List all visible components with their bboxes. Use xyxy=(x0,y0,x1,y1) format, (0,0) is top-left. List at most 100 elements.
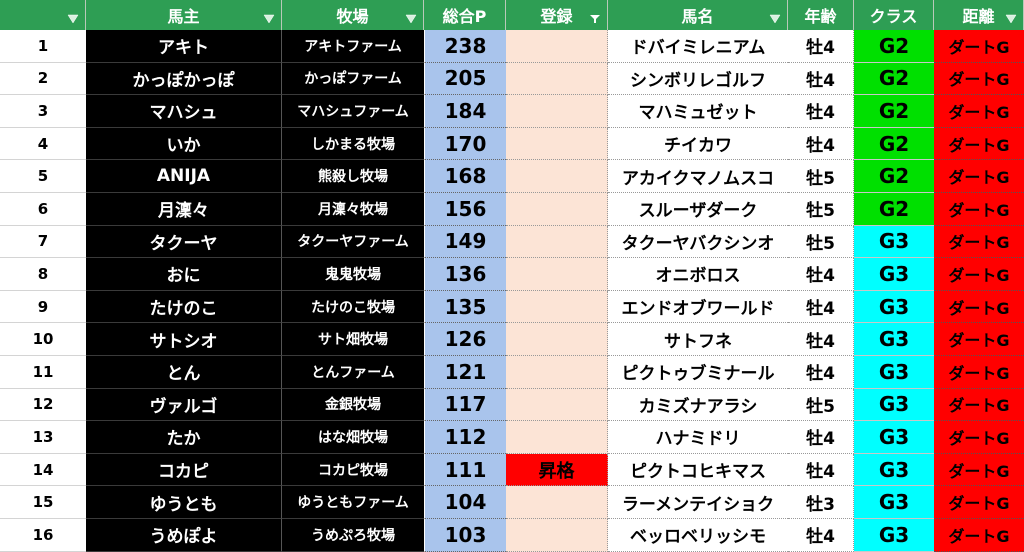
registration-cell[interactable] xyxy=(506,519,608,552)
row-number-cell[interactable]: 5 xyxy=(0,160,86,193)
distance-cell[interactable]: ダートG xyxy=(934,30,1024,63)
owner-cell[interactable]: アキト xyxy=(86,30,282,63)
age-cell[interactable]: 牡3 xyxy=(788,486,854,519)
age-cell[interactable]: 牡4 xyxy=(788,95,854,128)
total-points-cell[interactable]: 135 xyxy=(424,290,506,324)
table-row[interactable]: 7 タクーヤ タクーヤファーム 149 タクーヤバクシンオ 牡5 G3 ダートG xyxy=(0,225,1024,259)
age-cell[interactable]: 牡4 xyxy=(788,453,854,487)
distance-cell[interactable]: ダートG xyxy=(934,62,1024,96)
header-num[interactable] xyxy=(0,0,86,30)
header-class[interactable]: クラス xyxy=(854,0,934,30)
distance-cell[interactable]: ダートG xyxy=(934,323,1024,356)
farm-cell[interactable]: タクーヤファーム xyxy=(282,225,424,259)
filter-dropdown-icon[interactable] xyxy=(1005,14,1017,24)
horse-name-cell[interactable]: チイカワ xyxy=(608,127,788,161)
registration-cell[interactable] xyxy=(506,486,608,519)
row-number-cell[interactable]: 6 xyxy=(0,193,86,226)
registration-cell[interactable] xyxy=(506,95,608,128)
farm-cell[interactable]: 鬼鬼牧場 xyxy=(282,258,424,291)
horse-name-cell[interactable]: エンドオブワールド xyxy=(608,290,788,324)
class-cell[interactable]: G3 xyxy=(854,388,934,422)
table-row[interactable]: 10 サトシオ サト畑牧場 126 サトフネ 牡4 G3 ダートG xyxy=(0,323,1024,356)
class-cell[interactable]: G2 xyxy=(854,62,934,96)
registration-cell[interactable] xyxy=(506,225,608,259)
total-points-cell[interactable]: 121 xyxy=(424,356,506,389)
registration-cell[interactable] xyxy=(506,193,608,226)
owner-cell[interactable]: おに xyxy=(86,258,282,291)
registration-cell[interactable] xyxy=(506,356,608,389)
header-owner[interactable]: 馬主 xyxy=(86,0,282,30)
row-number-cell[interactable]: 11 xyxy=(0,356,86,389)
row-number-cell[interactable]: 1 xyxy=(0,30,86,63)
header-distance[interactable]: 距離 xyxy=(934,0,1024,30)
row-number-cell[interactable]: 15 xyxy=(0,486,86,519)
total-points-cell[interactable]: 112 xyxy=(424,421,506,454)
age-cell[interactable]: 牡5 xyxy=(788,160,854,193)
horse-name-cell[interactable]: ハナミドリ xyxy=(608,421,788,454)
age-cell[interactable]: 牡4 xyxy=(788,356,854,389)
total-points-cell[interactable]: 103 xyxy=(424,519,506,552)
table-row[interactable]: 1 アキト アキトファーム 238 ドバイミレニアム 牡4 G2 ダートG xyxy=(0,30,1024,63)
farm-cell[interactable]: 熊殺し牧場 xyxy=(282,160,424,193)
owner-cell[interactable]: コカピ xyxy=(86,453,282,487)
distance-cell[interactable]: ダートG xyxy=(934,160,1024,193)
header-horse[interactable]: 馬名 xyxy=(608,0,788,30)
class-cell[interactable]: G2 xyxy=(854,127,934,161)
total-points-cell[interactable]: 205 xyxy=(424,62,506,96)
age-cell[interactable]: 牡5 xyxy=(788,193,854,226)
table-row[interactable]: 3 マハシュ マハシュファーム 184 マハミュゼット 牡4 G2 ダートG xyxy=(0,95,1024,128)
farm-cell[interactable]: かっぽファーム xyxy=(282,62,424,96)
table-row[interactable]: 12 ヴァルゴ 金銀牧場 117 カミズナアラシ 牡5 G3 ダートG xyxy=(0,388,1024,422)
distance-cell[interactable]: ダートG xyxy=(934,519,1024,552)
horse-name-cell[interactable]: ピクトコヒキマス xyxy=(608,453,788,487)
row-number-cell[interactable]: 14 xyxy=(0,453,86,487)
filter-active-icon[interactable] xyxy=(589,14,601,24)
registration-cell[interactable] xyxy=(506,290,608,324)
owner-cell[interactable]: ヴァルゴ xyxy=(86,388,282,422)
registration-cell[interactable] xyxy=(506,323,608,356)
farm-cell[interactable]: ゆうともファーム xyxy=(282,486,424,519)
horse-name-cell[interactable]: シンボリレゴルフ xyxy=(608,62,788,96)
header-farm[interactable]: 牧場 xyxy=(282,0,424,30)
distance-cell[interactable]: ダートG xyxy=(934,388,1024,422)
age-cell[interactable]: 牡4 xyxy=(788,290,854,324)
horse-name-cell[interactable]: ベッロベリッシモ xyxy=(608,519,788,552)
class-cell[interactable]: G2 xyxy=(854,30,934,63)
age-cell[interactable]: 牡4 xyxy=(788,258,854,291)
farm-cell[interactable]: はな畑牧場 xyxy=(282,421,424,454)
table-row[interactable]: 8 おに 鬼鬼牧場 136 オニボロス 牡4 G3 ダートG xyxy=(0,258,1024,291)
owner-cell[interactable]: とん xyxy=(86,356,282,389)
registration-cell[interactable]: 昇格 xyxy=(506,453,608,487)
age-cell[interactable]: 牡5 xyxy=(788,225,854,259)
age-cell[interactable]: 牡4 xyxy=(788,421,854,454)
owner-cell[interactable]: たけのこ xyxy=(86,290,282,324)
header-age[interactable]: 年齢 xyxy=(788,0,854,30)
age-cell[interactable]: 牡5 xyxy=(788,388,854,422)
row-number-cell[interactable]: 9 xyxy=(0,290,86,324)
row-number-cell[interactable]: 8 xyxy=(0,258,86,291)
total-points-cell[interactable]: 149 xyxy=(424,225,506,259)
class-cell[interactable]: G3 xyxy=(854,258,934,291)
total-points-cell[interactable]: 238 xyxy=(424,30,506,63)
distance-cell[interactable]: ダートG xyxy=(934,127,1024,161)
distance-cell[interactable]: ダートG xyxy=(934,453,1024,487)
class-cell[interactable]: G3 xyxy=(854,486,934,519)
row-number-cell[interactable]: 4 xyxy=(0,127,86,161)
table-row[interactable]: 14 コカピ コカピ牧場 111 昇格 ピクトコヒキマス 牡4 G3 ダートG xyxy=(0,453,1024,487)
owner-cell[interactable]: ゆうとも xyxy=(86,486,282,519)
owner-cell[interactable]: かっぽかっぽ xyxy=(86,62,282,96)
table-row[interactable]: 2 かっぽかっぽ かっぽファーム 205 シンボリレゴルフ 牡4 G2 ダートG xyxy=(0,62,1024,96)
class-cell[interactable]: G3 xyxy=(854,356,934,389)
horse-name-cell[interactable]: カミズナアラシ xyxy=(608,388,788,422)
farm-cell[interactable]: マハシュファーム xyxy=(282,95,424,128)
row-number-cell[interactable]: 13 xyxy=(0,421,86,454)
total-points-cell[interactable]: 156 xyxy=(424,193,506,226)
horse-name-cell[interactable]: ピクトゥブミナール xyxy=(608,356,788,389)
registration-cell[interactable] xyxy=(506,127,608,161)
distance-cell[interactable]: ダートG xyxy=(934,225,1024,259)
total-points-cell[interactable]: 184 xyxy=(424,95,506,128)
table-row[interactable]: 15 ゆうとも ゆうともファーム 104 ラーメンテイショク 牡3 G3 ダートG xyxy=(0,486,1024,519)
table-row[interactable]: 4 いか しかまる牧場 170 チイカワ 牡4 G2 ダートG xyxy=(0,127,1024,161)
total-points-cell[interactable]: 136 xyxy=(424,258,506,291)
filter-dropdown-icon[interactable] xyxy=(67,14,79,24)
